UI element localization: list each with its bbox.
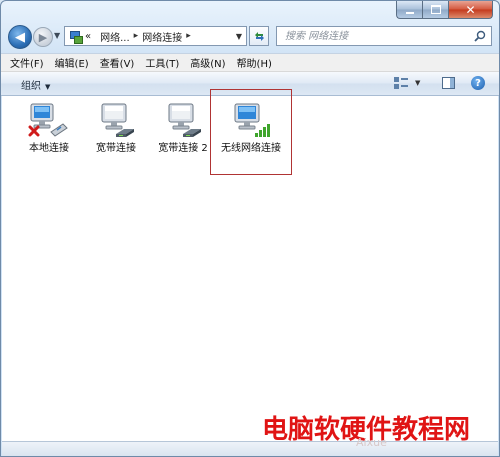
view-options-chevron-icon[interactable]: ▼: [415, 79, 420, 87]
menu-file[interactable]: 文件(F): [10, 55, 44, 70]
file-list: 本地连接 宽带连接 宽带连接 2 无线网络连接: [2, 89, 498, 441]
preview-pane-icon[interactable]: [442, 77, 455, 89]
recent-pages-button[interactable]: ▼: [54, 31, 60, 40]
connection-label: 本地连接: [29, 143, 69, 154]
chevron-down-icon: ▼: [45, 83, 51, 91]
menu-advanced[interactable]: 高级(N): [190, 55, 225, 70]
breadcrumb-overflow[interactable]: «: [85, 31, 91, 42]
watermark-site: Aixue: [356, 436, 387, 449]
connection-label: 宽带连接 2: [158, 143, 208, 154]
explorer-window: ✕ ◀ ▶ ▼ « 网络... ▸ 网络连接 ▸ ▼ 搜索 网络连接 文件(F)…: [0, 0, 500, 457]
organize-button[interactable]: 组织 ▼: [21, 77, 50, 92]
maximize-button[interactable]: [422, 1, 448, 19]
menu-tools[interactable]: 工具(T): [145, 55, 179, 70]
network-folder-icon: [69, 30, 83, 44]
close-icon: ✕: [465, 2, 476, 17]
forward-button[interactable]: ▶: [33, 27, 53, 47]
broadband-connection-icon: [94, 102, 138, 140]
minimize-button[interactable]: [396, 1, 422, 19]
help-icon[interactable]: ?: [471, 76, 485, 90]
refresh-button[interactable]: [249, 26, 269, 46]
maximize-icon: [430, 5, 441, 14]
address-dropdown-icon[interactable]: ▼: [232, 27, 246, 45]
change-view-icon[interactable]: [394, 77, 408, 89]
menu-edit[interactable]: 编辑(E): [55, 55, 89, 70]
back-arrow-icon: ◀: [15, 29, 25, 45]
breadcrumb-separator-icon[interactable]: ▸: [134, 31, 139, 41]
local-connection-icon: [27, 102, 71, 140]
connection-item-wireless[interactable]: 无线网络连接: [215, 102, 287, 155]
close-button[interactable]: ✕: [448, 1, 493, 19]
minimize-icon: [405, 11, 414, 14]
forward-arrow-icon: ▶: [38, 30, 48, 44]
breadcrumb-separator-icon[interactable]: ▸: [186, 31, 191, 41]
connection-item-broadband-2[interactable]: 宽带连接 2: [147, 102, 219, 155]
wireless-connection-icon: [229, 102, 273, 140]
navigation-bar: ◀ ▶ ▼ « 网络... ▸ 网络连接 ▸ ▼: [1, 23, 499, 53]
refresh-icon: [254, 31, 264, 41]
broadband-connection-icon: [161, 102, 205, 140]
breadcrumb-network-connections[interactable]: 网络连接: [142, 29, 182, 44]
back-button[interactable]: ◀: [8, 25, 32, 49]
connection-item-local[interactable]: 本地连接: [13, 102, 85, 155]
menu-help[interactable]: 帮助(H): [237, 55, 272, 70]
menu-bar: 文件(F) 编辑(E) 查看(V) 工具(T) 高级(N) 帮助(H): [1, 53, 499, 72]
organize-label: 组织: [21, 81, 41, 92]
search-box[interactable]: [276, 26, 492, 46]
connection-item-broadband[interactable]: 宽带连接: [80, 102, 152, 155]
connection-label: 宽带连接: [96, 143, 136, 154]
search-icon[interactable]: [474, 30, 486, 42]
search-input[interactable]: [283, 29, 477, 43]
menu-view[interactable]: 查看(V): [100, 55, 135, 70]
caption-buttons: ✕: [396, 1, 493, 19]
address-bar[interactable]: « 网络... ▸ 网络连接 ▸ ▼: [64, 26, 247, 46]
connection-label: 无线网络连接: [221, 143, 281, 154]
breadcrumb-network[interactable]: 网络...: [100, 29, 130, 44]
